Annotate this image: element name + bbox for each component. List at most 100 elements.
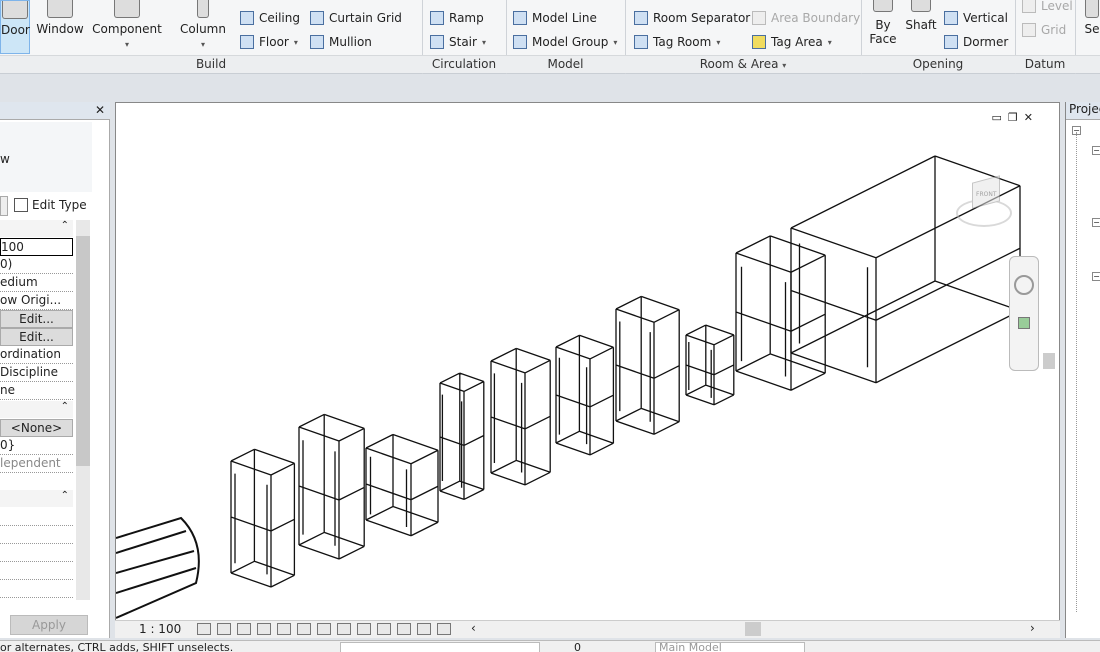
vertical-opening-button[interactable]: Vertical [944,9,1008,27]
area-boundary-button[interactable]: Area Boundary [752,9,860,27]
column-button[interactable]: Column ▾ [178,0,228,54]
room-separator-button[interactable]: Room Separator [634,9,750,27]
column-icon [197,0,209,18]
viewcube[interactable]: FRONT [954,171,1014,231]
panel-room-area-label[interactable]: Room & Area ▾ [625,57,861,71]
discipline-value[interactable]: ordination [0,346,73,364]
show-crop-icon[interactable] [317,623,331,635]
view-control-bar: 1 : 100 ‹ › [115,620,1060,638]
type-selector[interactable]: w [0,122,92,192]
floor-button[interactable]: Floor ▾ [240,33,298,51]
tag-room-icon [634,35,648,49]
shaft-button[interactable]: Shaft [904,0,938,54]
grid-button[interactable]: Grid [1022,21,1066,39]
tag-area-icon [752,35,766,49]
property-value[interactable]: 0) [0,256,73,274]
refrigerator[interactable] [439,372,485,501]
minimize-view-button[interactable]: ▭ [992,111,1002,124]
sun-path-icon[interactable] [237,623,251,635]
render-icon[interactable] [277,623,291,635]
tree-collapse-icon[interactable]: − [1092,218,1100,227]
highlight-displacement-icon[interactable] [437,623,451,635]
workset-field[interactable] [340,642,540,652]
section-identity-collapse[interactable]: ⌃ [0,401,73,418]
restore-view-button[interactable]: ❐ [1008,111,1018,124]
view-template-button[interactable]: <None> [0,419,73,437]
detail-level-icon[interactable] [197,623,211,635]
zoom-region-icon[interactable] [1018,317,1030,329]
shelving-unit[interactable] [365,433,439,537]
by-face-button[interactable]: By Face [866,0,900,54]
refrigerator[interactable] [490,347,551,486]
tree-collapse-icon[interactable]: − [1092,272,1100,281]
refrigerator[interactable] [298,413,365,560]
set-button[interactable]: Se [1082,0,1100,54]
rack[interactable] [685,324,735,406]
window-button[interactable]: Window [36,0,84,54]
mullion-button[interactable]: Mullion [310,33,372,51]
view-name-value[interactable]: 0} [0,437,73,455]
ceiling-button[interactable]: Ceiling [240,9,300,27]
curtain-grid-button[interactable]: Curtain Grid [310,9,402,27]
parts-visibility-value[interactable]: ow Origi... [0,292,73,310]
graphic-display-edit-button[interactable]: Edit... [0,328,73,346]
temporary-hide-icon[interactable] [357,623,371,635]
show-hidden-lines-value[interactable]: Discipline [0,364,73,382]
opening-by-face-icon [873,0,893,12]
level-button[interactable]: Level [1022,0,1073,15]
model-wireframe [116,155,1021,619]
room-separator-icon [634,11,648,25]
tree-collapse-icon[interactable]: − [1092,146,1100,155]
instance-filter-dropdown[interactable] [0,196,8,216]
model-line-button[interactable]: Model Line [513,9,597,27]
analytical-model-icon[interactable] [417,623,431,635]
dormer-button[interactable]: Dormer [944,33,1008,51]
panel-circulation-label: Circulation [431,57,497,71]
shadows-icon[interactable] [257,623,271,635]
view-scale[interactable]: 1 : 100 [139,622,181,636]
view-vertical-scrollbar[interactable] [1043,105,1057,619]
worksharing-icon[interactable] [397,623,411,635]
section-collapse[interactable]: ⌃ [0,490,73,507]
stair-icon [430,35,444,49]
display-case[interactable] [116,516,200,619]
grid-icon [1022,23,1036,37]
panel-datum-label: Datum [1024,57,1066,71]
apply-button[interactable]: Apply [10,615,88,635]
shaft-icon [911,0,931,12]
floor-icon [240,35,254,49]
tag-room-button[interactable]: Tag Room ▾ [634,33,720,51]
cabinet[interactable] [230,448,296,588]
view-scale-field[interactable]: 100 [0,238,73,256]
close-properties-button[interactable]: ✕ [95,103,105,117]
default-analysis-value[interactable]: ne [0,382,73,400]
close-view-button[interactable]: ✕ [1024,111,1033,124]
door-icon [2,1,28,19]
unlock-3d-icon[interactable] [337,623,351,635]
panel-build-label: Build [195,57,227,71]
steering-wheel-icon[interactable] [1014,275,1034,295]
visibility-graphics-edit-button[interactable]: Edit... [0,310,73,328]
tag-area-button[interactable]: Tag Area ▾ [752,33,832,51]
stair-button[interactable]: Stair ▾ [430,33,486,51]
design-option-field[interactable]: Main Model [655,642,805,652]
ramp-button[interactable]: Ramp [430,9,484,27]
reveal-hidden-icon[interactable] [377,623,391,635]
view-horizontal-scrollbar[interactable] [745,622,761,636]
visual-style-icon[interactable] [217,623,231,635]
component-button[interactable]: Component ▾ [92,0,162,54]
properties-scrollbar[interactable] [76,220,90,600]
refrigerator[interactable] [555,334,615,456]
ribbon-panel-labels: Build Circulation Model Room & Area ▾ Op… [0,55,1100,73]
shelving-unit[interactable] [735,235,826,391]
detail-level-value[interactable]: edium [0,274,73,292]
3d-view-canvas[interactable]: ▭ ❐ ✕ FRONT [115,102,1060,638]
model-group-button[interactable]: Model Group ▾ [513,33,617,51]
display-cooler[interactable] [615,295,680,435]
crop-view-icon[interactable] [297,623,311,635]
edit-type-button[interactable]: Edit Type [14,198,87,212]
section-graphics-collapse[interactable]: ⌃ [0,220,73,237]
project-browser: Projec − − − − [1065,102,1100,638]
door-button[interactable]: Door [0,0,30,54]
properties-palette: ✕ w Edit Type ⌃ 100 0) edium ow Origi...… [0,102,110,638]
